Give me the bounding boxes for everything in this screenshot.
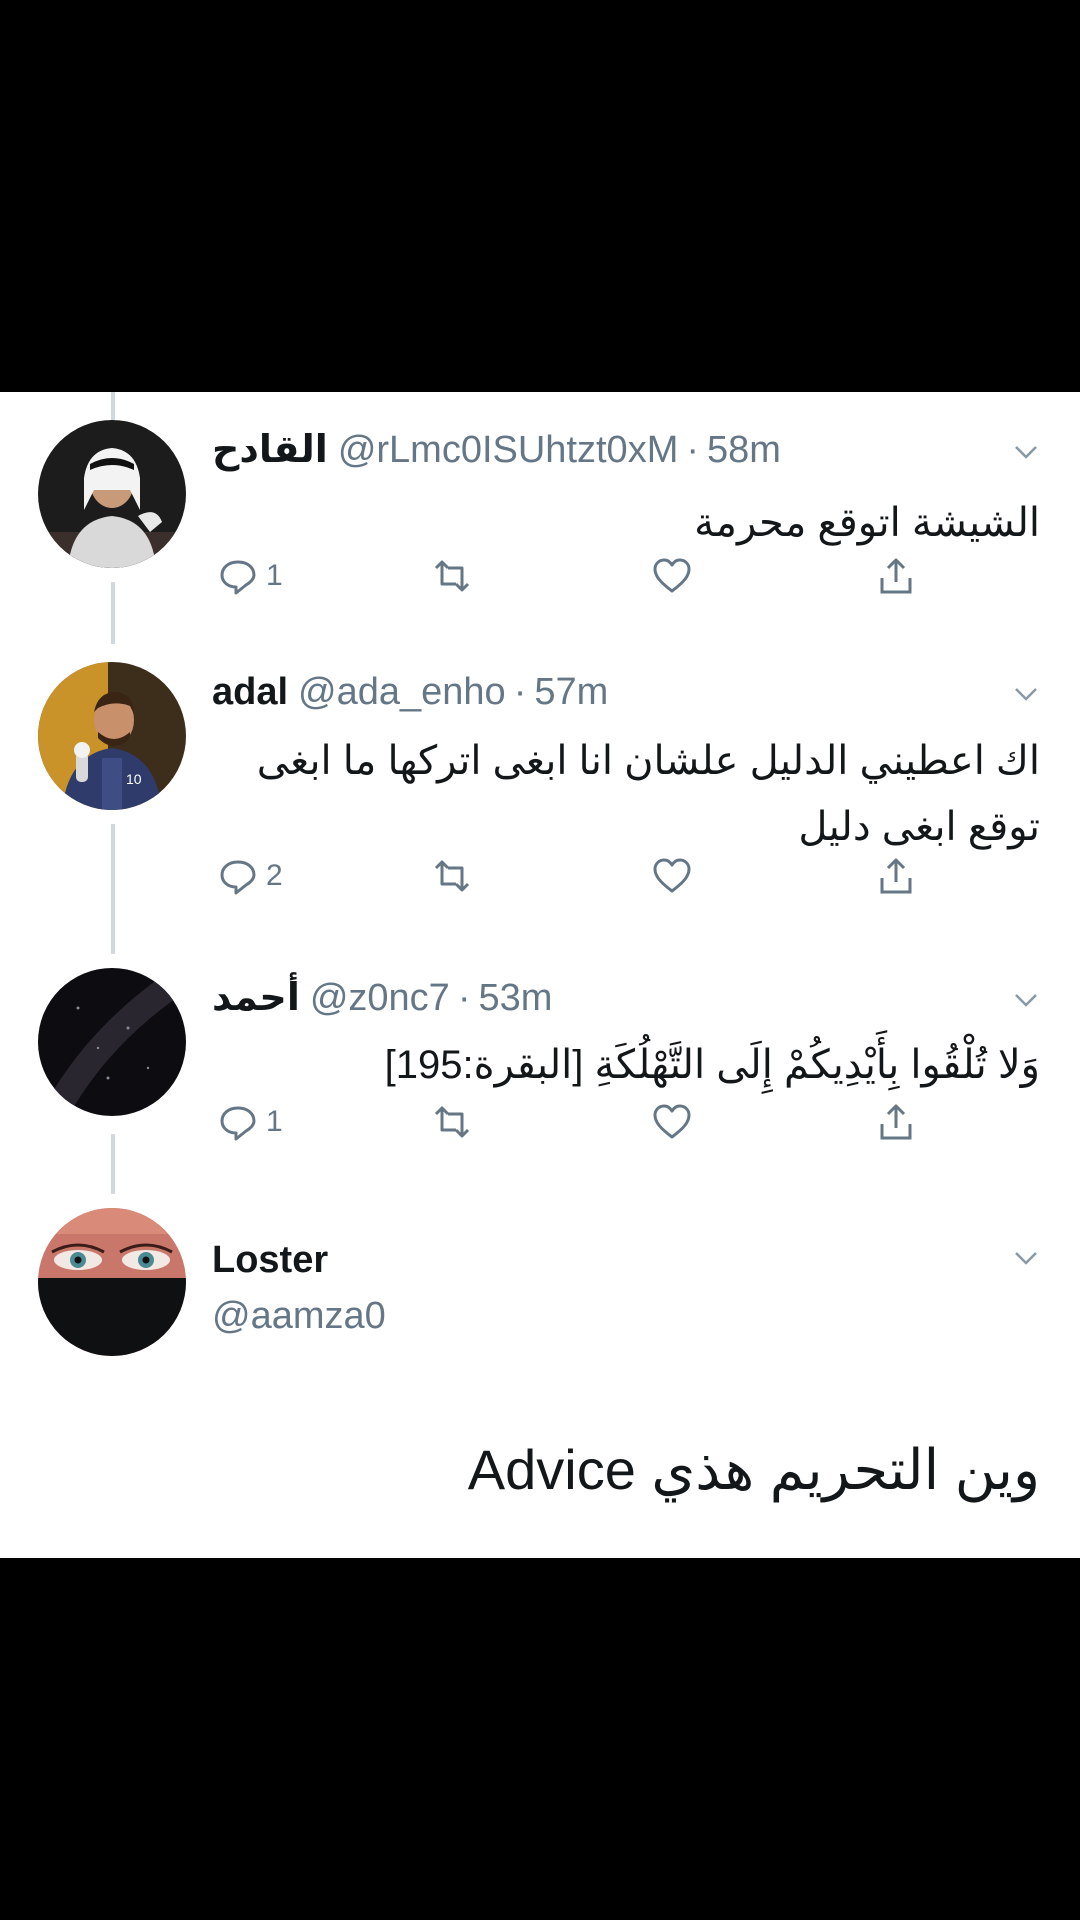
author-name[interactable]: القادح xyxy=(212,429,328,471)
reply-count: 1 xyxy=(266,1105,283,1138)
masked-eyes-avatar[interactable] xyxy=(38,1208,186,1356)
author-name[interactable]: adal xyxy=(212,671,288,713)
timestamp[interactable]: 53m xyxy=(478,977,552,1019)
share-button[interactable] xyxy=(874,848,918,904)
author-handle[interactable]: @z0nc7 xyxy=(310,977,450,1019)
tweet[interactable]: القادح @rLmc0ISUhtzt0xM · 58m الشيشة اتوقع … xyxy=(0,420,1080,600)
heart-icon xyxy=(653,558,691,593)
retweet-button[interactable] xyxy=(430,548,474,604)
retweet-button[interactable] xyxy=(430,848,474,904)
person-ghutra-avatar[interactable] xyxy=(38,420,186,568)
starry-sky-avatar[interactable] xyxy=(38,968,186,1116)
timestamp[interactable]: 57m xyxy=(534,671,608,713)
tweet-header: adal @ada_enho · 57m xyxy=(212,662,1040,722)
tweet[interactable]: أحمد @z0nc7 · 53m وَلا تُلْقُوا بِأَيْدِيكُ… xyxy=(0,968,1080,1154)
retweet-icon xyxy=(434,860,470,892)
reply-icon xyxy=(220,860,256,895)
retweet-button[interactable] xyxy=(430,1094,474,1150)
tweet-actions: 1 xyxy=(212,548,932,604)
tweet-text: الشيشة اتوقع محرمة xyxy=(694,501,1040,545)
share-icon xyxy=(880,1104,912,1140)
share-icon xyxy=(880,858,912,894)
like-button[interactable] xyxy=(650,1094,694,1150)
thread-connector xyxy=(111,392,115,420)
tweet[interactable]: 10 adal @ada_enho · 57m اك اعطيني الدليل عل… xyxy=(0,662,1080,898)
svg-text:10: 10 xyxy=(126,771,142,787)
chevron-down-icon[interactable] xyxy=(1012,986,1040,1014)
share-button[interactable] xyxy=(874,548,918,604)
reply-icon xyxy=(220,1106,256,1141)
like-button[interactable] xyxy=(650,548,694,604)
reply-button[interactable]: 1 xyxy=(216,548,283,604)
chevron-down-icon[interactable] xyxy=(1012,680,1040,708)
tweet-header: أحمد @z0nc7 · 53m xyxy=(212,968,1040,1028)
reply-count: 2 xyxy=(266,859,283,892)
author-name-row: Loster xyxy=(212,1230,1040,1290)
author-name[interactable]: أحمد xyxy=(212,977,300,1019)
separator-dot: · xyxy=(457,977,471,1019)
reply-count: 1 xyxy=(266,559,283,592)
author-handle[interactable]: @rLmc0ISUhtzt0xM xyxy=(338,429,679,471)
reply-button[interactable]: 2 xyxy=(216,848,283,904)
focused-tweet[interactable]: Loster @aamza0 xyxy=(0,1208,1080,1368)
chevron-down-icon[interactable] xyxy=(1012,1244,1040,1272)
heart-icon xyxy=(653,1104,691,1139)
separator-dot: · xyxy=(686,429,700,471)
tweet-actions: 2 xyxy=(212,848,932,904)
heart-icon xyxy=(653,858,691,893)
reply-icon xyxy=(220,560,256,595)
tweet-header: القادح @rLmc0ISUhtzt0xM · 58m xyxy=(212,420,1040,480)
like-button[interactable] xyxy=(650,848,694,904)
tweet-text: اك اعطيني الدليل علشان انا ابغى اتركها م… xyxy=(256,739,1040,849)
timestamp[interactable]: 58m xyxy=(707,429,781,471)
author-handle[interactable]: @aamza0 xyxy=(212,1295,386,1337)
tweet-actions: 1 xyxy=(212,1094,932,1150)
author-handle-row: @aamza0 xyxy=(212,1286,1040,1346)
retweet-icon xyxy=(434,560,470,592)
tweet-text: وَلا تُلْقُوا بِأَيْدِيكُمْ إِلَى التَّه… xyxy=(384,1043,1040,1087)
author-handle[interactable]: @ada_enho xyxy=(298,671,506,713)
focused-tweet-text: وين التحريم هذي Advice xyxy=(467,1438,1040,1501)
chevron-down-icon[interactable] xyxy=(1012,438,1040,466)
soccer-player-avatar[interactable]: 10 xyxy=(38,662,186,810)
reply-button[interactable]: 1 xyxy=(216,1094,283,1150)
share-button[interactable] xyxy=(874,1094,918,1150)
tweet-thread-panel: القادح @rLmc0ISUhtzt0xM · 58m الشيشة اتوقع … xyxy=(0,392,1080,1558)
retweet-icon xyxy=(434,1106,470,1138)
share-icon xyxy=(880,558,912,594)
author-name[interactable]: Loster xyxy=(212,1239,328,1281)
separator-dot: · xyxy=(513,671,527,713)
